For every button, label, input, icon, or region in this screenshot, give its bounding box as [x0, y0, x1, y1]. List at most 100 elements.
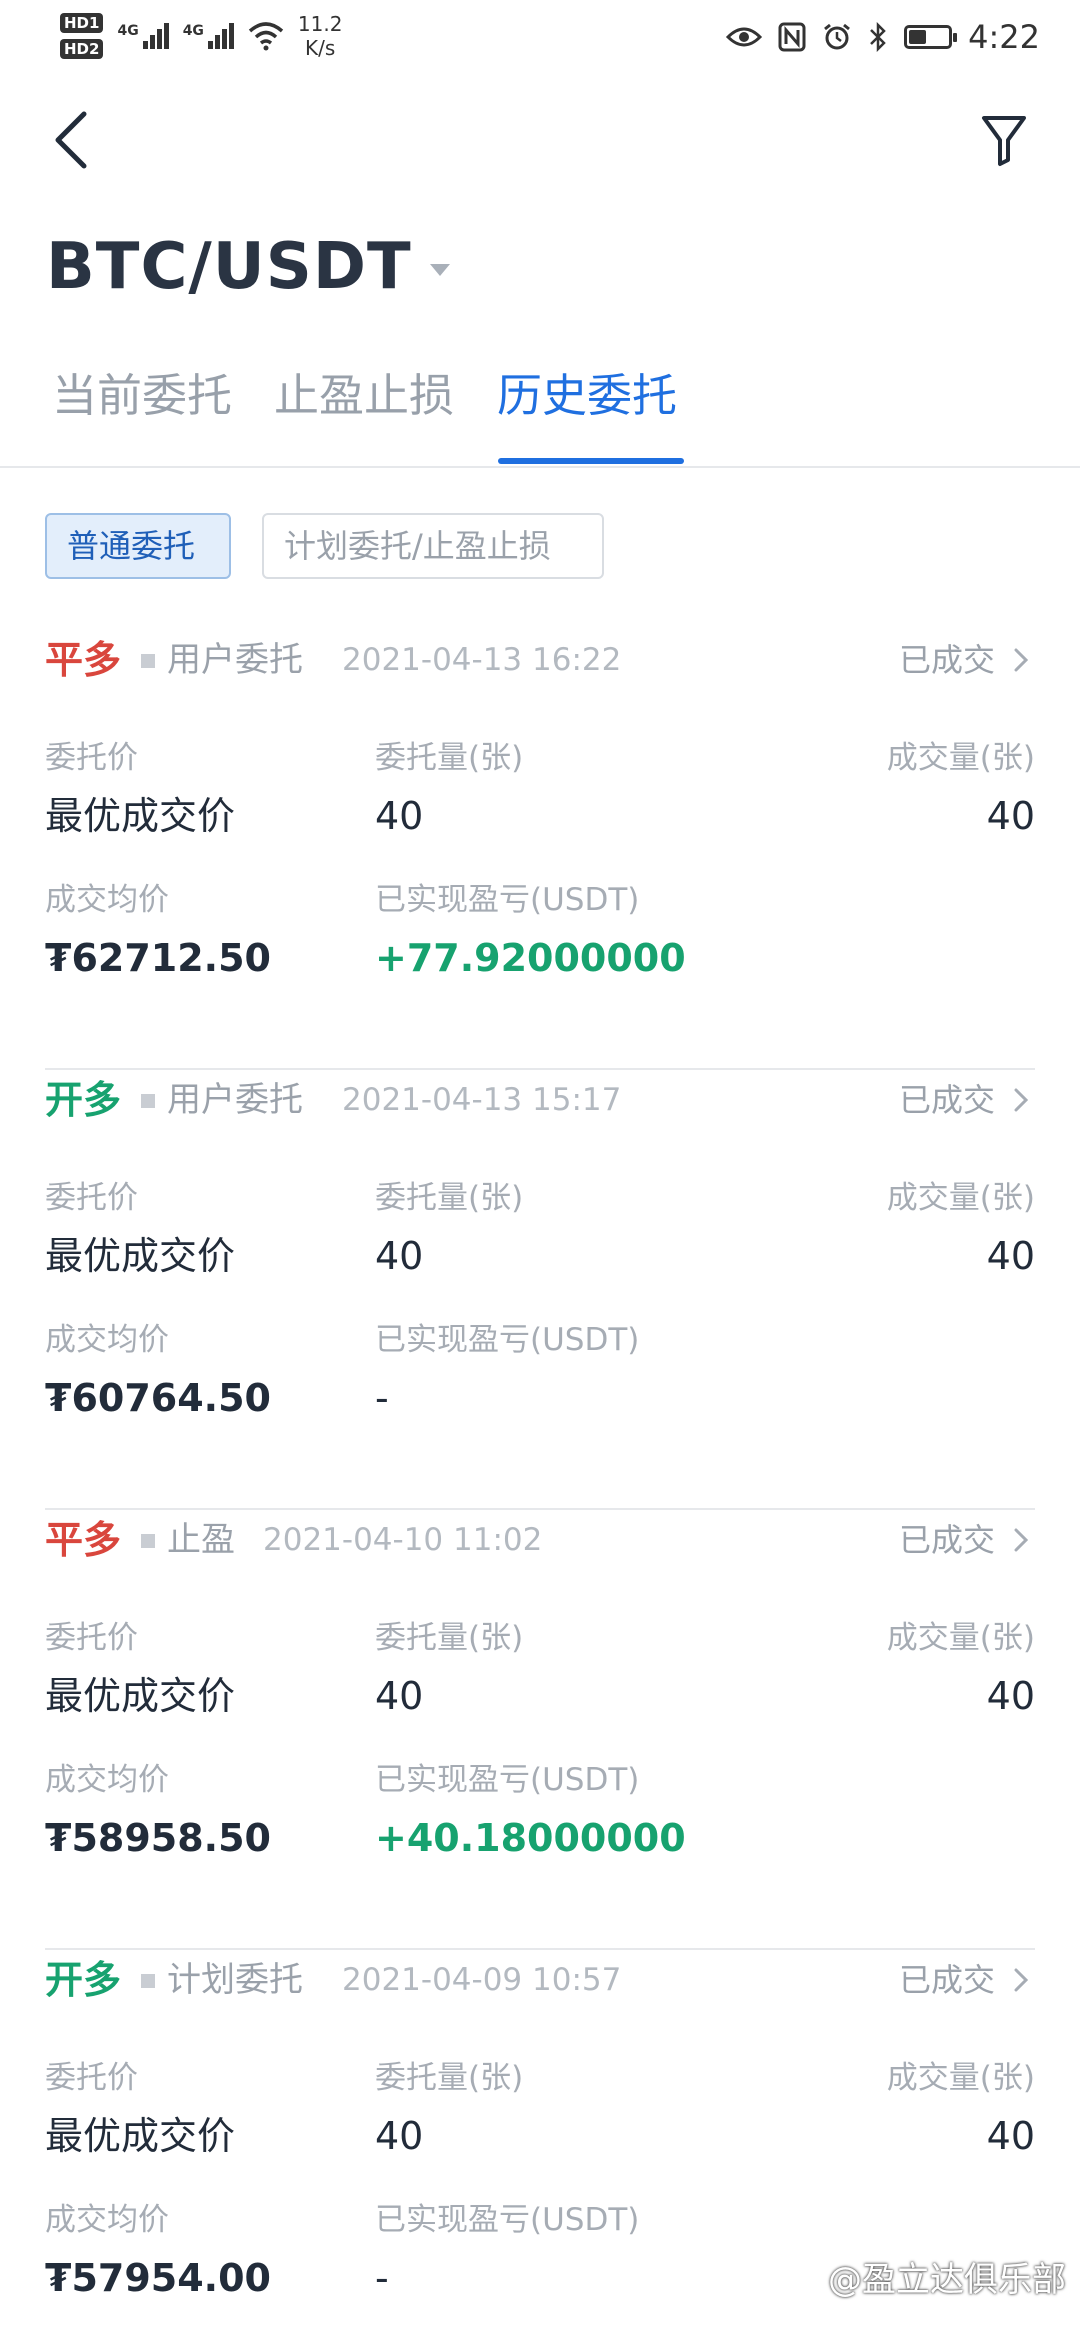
order-time: 2021-04-13 15:17	[342, 1082, 622, 1118]
order-side: 开多	[45, 1958, 122, 2002]
network-speed: 11.2 K/s	[298, 12, 343, 60]
order-time: 2021-04-09 10:57	[342, 1962, 622, 1998]
pnl-value: +77.92000000	[375, 936, 686, 980]
battery-level	[909, 30, 927, 44]
network-type-2: 4G	[182, 23, 204, 39]
avg-price-value: ₮58958.50	[45, 1816, 271, 1860]
avg-price-value: ₮60764.50	[45, 1376, 271, 1420]
watermark: @盈立达俱乐部	[828, 2260, 1066, 2300]
order-tabs: 当前委托 止盈止损 历史委托	[0, 360, 1080, 468]
separator-square	[141, 1974, 155, 1988]
filled-value: 40	[986, 1674, 1035, 1718]
separator-square	[141, 1094, 155, 1108]
chip-plan-orders[interactable]: 计划委托/止盈止损	[262, 513, 604, 579]
qty-label: 委托量(张)	[375, 1180, 524, 1216]
back-icon[interactable]	[48, 108, 96, 172]
order-type: 用户委托	[167, 1080, 303, 1120]
avg-price-label: 成交均价	[45, 1322, 169, 1358]
pnl-label: 已实现盈亏(USDT)	[375, 2202, 640, 2238]
battery-icon	[904, 25, 958, 49]
pnl-label: 已实现盈亏(USDT)	[375, 1322, 640, 1358]
wifi-icon	[248, 22, 284, 51]
filled-value: 40	[986, 1234, 1035, 1278]
separator-square	[141, 654, 155, 668]
qty-label: 委托量(张)	[375, 2060, 524, 2096]
price-value: 最优成交价	[45, 1234, 236, 1278]
separator-square	[141, 1534, 155, 1548]
pair-title: BTC/USDT	[46, 230, 412, 304]
avg-price-label: 成交均价	[45, 1762, 169, 1798]
chevron-right-icon[interactable]	[1013, 1527, 1029, 1553]
active-tab-indicator	[498, 458, 684, 464]
pnl-label: 已实现盈亏(USDT)	[375, 882, 640, 918]
order-time: 2021-04-10 11:02	[263, 1522, 543, 1558]
order-status[interactable]: 已成交	[899, 1950, 995, 2010]
price-label: 委托价	[45, 2060, 138, 2096]
price-value: 最优成交价	[45, 794, 236, 838]
avg-price-label: 成交均价	[45, 2202, 169, 2238]
price-label: 委托价	[45, 1620, 138, 1656]
avg-price-value: ₮62712.50	[45, 936, 271, 980]
order-side: 平多	[45, 1518, 122, 1562]
chip-normal-orders[interactable]: 普通委托	[45, 513, 231, 579]
signal-icon-2: 4G	[183, 23, 234, 49]
filled-label: 成交量(张)	[886, 1620, 1035, 1656]
pnl-value: -	[375, 1376, 389, 1420]
order-type: 计划委托	[167, 1960, 303, 2000]
pnl-value: -	[375, 2256, 389, 2300]
order-status[interactable]: 已成交	[899, 1070, 995, 1130]
clock: 4:22	[968, 18, 1040, 56]
qty-value: 40	[375, 1234, 424, 1278]
pair-selector[interactable]: BTC/USDT	[46, 230, 450, 304]
qty-label: 委托量(张)	[375, 740, 524, 776]
pnl-label: 已实现盈亏(USDT)	[375, 1762, 640, 1798]
chevron-right-icon[interactable]	[1013, 1967, 1029, 1993]
filled-value: 40	[986, 2114, 1035, 2158]
hd-badges: HD1 HD2	[60, 13, 104, 59]
order-item[interactable]: 平多 用户委托 2021-04-13 16:22 已成交 委托价 委托量(张) …	[45, 630, 1035, 1070]
filter-icon[interactable]	[980, 112, 1028, 168]
network-type-1: 4G	[117, 23, 139, 39]
chevron-right-icon[interactable]	[1013, 647, 1029, 673]
order-status[interactable]: 已成交	[899, 630, 995, 690]
filled-value: 40	[986, 794, 1035, 838]
order-status[interactable]: 已成交	[899, 1510, 995, 1570]
order-type: 止盈	[167, 1520, 235, 1560]
qty-value: 40	[375, 1674, 424, 1718]
order-header: 开多 用户委托 2021-04-13 15:17 已成交	[45, 1070, 1035, 1130]
chevron-right-icon[interactable]	[1013, 1087, 1029, 1113]
signal-icon: 4G	[117, 23, 169, 49]
nfc-icon	[778, 22, 806, 52]
bluetooth-icon	[870, 22, 886, 52]
speed-value: 11.2	[297, 12, 343, 36]
order-side: 平多	[45, 638, 122, 682]
tab-tp-sl[interactable]: 止盈止损	[274, 360, 454, 432]
order-header: 开多 计划委托 2021-04-09 10:57 已成交	[45, 1950, 1035, 2010]
qty-value: 40	[375, 2114, 424, 2158]
speed-unit: K/s	[305, 36, 336, 60]
order-item[interactable]: 开多 用户委托 2021-04-13 15:17 已成交 委托价 委托量(张) …	[45, 1070, 1035, 1510]
avg-price-label: 成交均价	[45, 882, 169, 918]
filled-label: 成交量(张)	[886, 2060, 1035, 2096]
order-item[interactable]: 平多 止盈 2021-04-10 11:02 已成交 委托价 委托量(张) 成交…	[45, 1510, 1035, 1950]
avg-price-value: ₮57954.00	[45, 2256, 271, 2300]
price-label: 委托价	[45, 1180, 138, 1216]
eye-icon	[726, 27, 763, 47]
tab-current-orders[interactable]: 当前委托	[52, 360, 232, 432]
order-side: 开多	[45, 1078, 122, 1122]
order-type: 用户委托	[167, 640, 303, 680]
order-header: 平多 用户委托 2021-04-13 16:22 已成交	[45, 630, 1035, 690]
price-value: 最优成交价	[45, 2114, 236, 2158]
status-bar-left: HD1 HD2 4G 4G 11.2 K/s	[60, 12, 342, 60]
qty-label: 委托量(张)	[375, 1620, 524, 1656]
filled-label: 成交量(张)	[886, 1180, 1035, 1216]
filled-label: 成交量(张)	[886, 740, 1035, 776]
alarm-icon	[824, 23, 851, 50]
qty-value: 40	[375, 794, 424, 838]
hd-badge-1: HD1	[60, 13, 104, 33]
status-bar-right: 4:22	[726, 18, 1040, 56]
price-value: 最优成交价	[45, 1674, 236, 1718]
tab-order-history[interactable]: 历史委托	[497, 360, 677, 432]
price-label: 委托价	[45, 740, 138, 776]
caret-down-icon	[429, 264, 450, 276]
